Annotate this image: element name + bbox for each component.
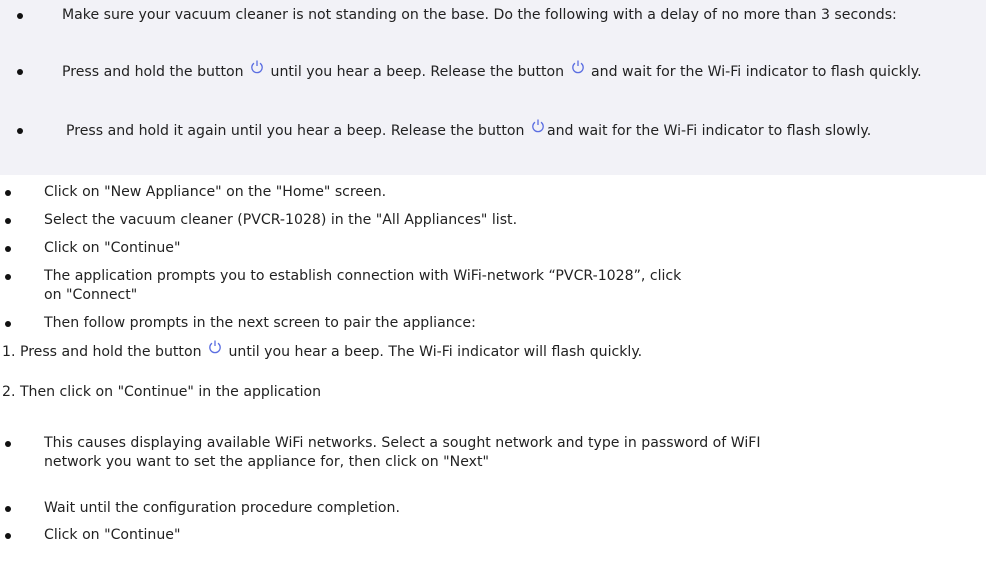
numbered-item: 1. Press and hold the button until you h… [2,339,642,364]
list-item-text: Select the vacuum cleaner (PVCR-1028) in… [44,212,518,228]
text-segment: and wait for the Wi-Fi indicator to flas… [546,123,872,139]
list-item-text: This causes displaying available WiFi ne… [44,435,761,470]
bullet [5,190,11,196]
text-segment: until you hear a beep. Release the butto… [270,64,565,80]
list-item-text: Click on "Continue" [44,240,181,256]
text-segment: Then click on "Continue" in the applicat… [19,384,322,400]
bullet [17,128,23,134]
list-item-text: Click on "New Appliance" on the "Home" s… [44,184,387,200]
bullet [5,441,11,447]
bullet [5,274,11,280]
list-item-text: Make sure your vacuum cleaner is not sta… [62,7,897,23]
bullet [5,533,11,539]
power-icon [571,59,585,74]
list-item-text: Click on "Continue" [44,527,181,543]
text-segment: and wait for the Wi-Fi indicator to flas… [591,64,922,80]
text-segment: Press and hold the button [62,64,244,80]
bullet [5,506,11,512]
power-icon [208,339,222,354]
text-segment: until you hear a beep. The Wi-Fi indicat… [228,344,643,360]
list-item-text: Press and hold it again until you hear a… [66,118,974,143]
text-segment: Press and hold the button [19,344,202,360]
list-item-text: The application prompts you to establish… [44,268,682,303]
bullet [17,13,23,19]
bullet [5,218,11,224]
bullet [5,246,11,252]
bullet [5,321,11,327]
power-icon [250,59,264,74]
step-number: 2. [2,384,16,400]
list-item-text: Then follow prompts in the next screen t… [44,315,476,331]
numbered-item: 2. Then click on "Continue" in the appli… [2,383,321,402]
list-item-text: Wait until the configuration procedure c… [44,500,400,516]
list-item-text: Press and hold the button until you hear… [62,59,974,84]
shaded-instruction-block [0,0,986,175]
step-number: 1. [2,344,16,360]
text-segment: Press and hold it again until you hear a… [66,123,525,139]
bullet [17,69,23,75]
power-icon [531,118,545,133]
